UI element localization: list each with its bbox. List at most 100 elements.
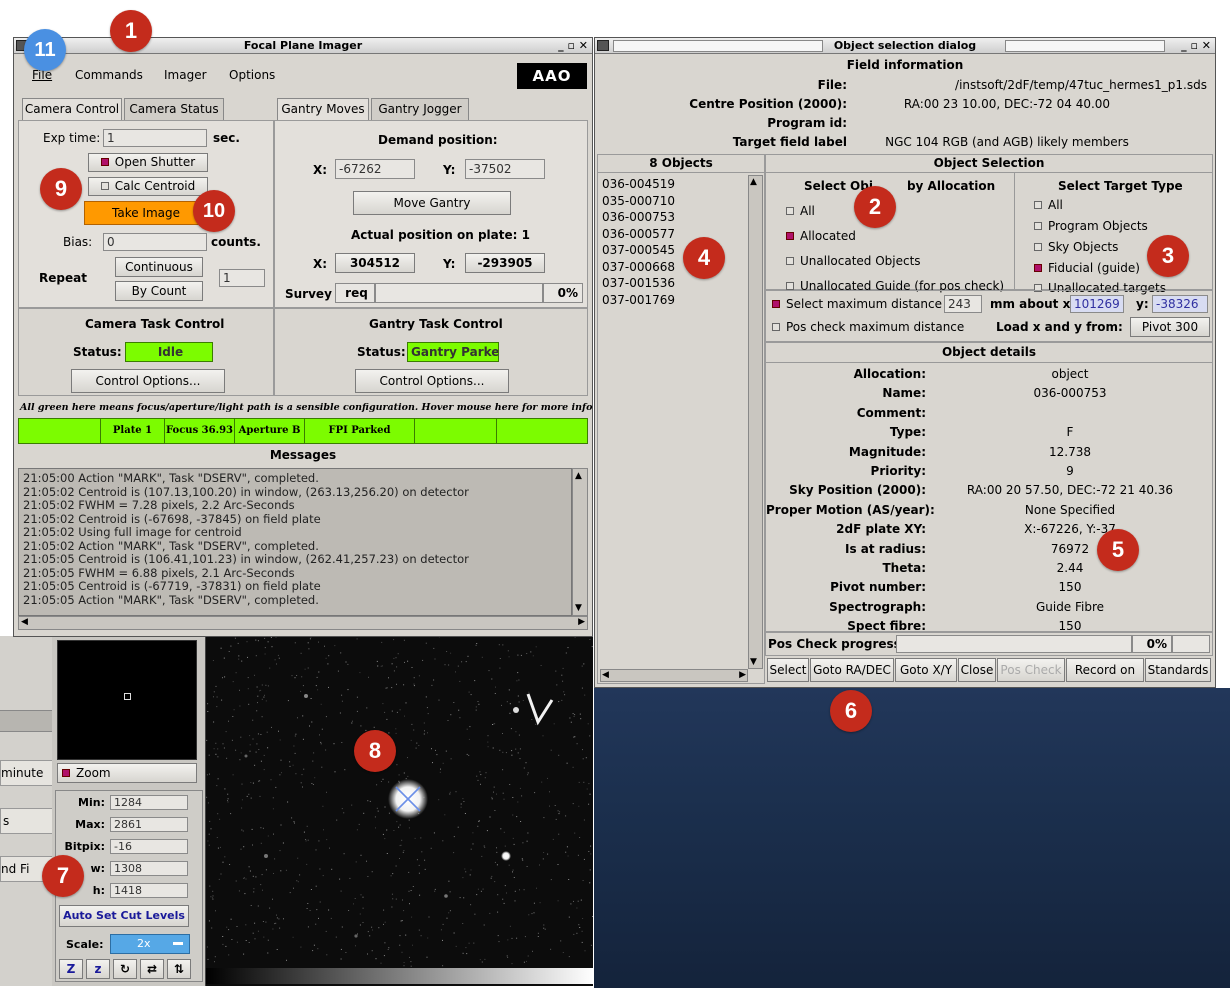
alloc-option-allocated[interactable]: Allocated — [786, 229, 856, 243]
zoom-out-icon[interactable]: z — [86, 959, 110, 979]
pos-check-distance-toggle[interactable]: Pos check maximum distance — [772, 320, 964, 334]
radio-icon[interactable] — [1034, 201, 1042, 209]
panner-thumbnail[interactable] — [57, 640, 197, 760]
goto-radec-button[interactable]: Goto RA/DEC — [810, 658, 894, 682]
calc-centroid-toggle[interactable]: Calc Centroid — [88, 177, 208, 196]
field-info-file-value: /instsoft/2dF/temp/47tuc_hermes1_p1.sds — [955, 78, 1207, 92]
load-xy-button[interactable]: Pivot 300 — [1130, 317, 1210, 337]
scroll-down-icon[interactable]: ▼ — [575, 603, 582, 613]
demand-x-input[interactable]: -67262 — [335, 159, 415, 179]
divider — [598, 172, 764, 173]
list-item[interactable]: 036-000753 — [602, 210, 675, 224]
tab-gantry-moves[interactable]: Gantry Moves — [277, 98, 369, 120]
star-field-canvas[interactable] — [206, 636, 593, 986]
checkbox-icon[interactable] — [772, 300, 780, 308]
detail-label: Theta: — [882, 561, 927, 575]
stat-field-high[interactable]: 1418 — [110, 883, 188, 898]
messages-scrollbar[interactable]: ▲ ▼ — [572, 468, 588, 616]
configuration-hint[interactable]: All green here means focus/aperture/ligh… — [20, 402, 592, 413]
about-x-input[interactable]: 101269 — [1070, 295, 1124, 313]
demand-y-input[interactable]: -37502 — [465, 159, 545, 179]
scale-select[interactable]: 2x — [110, 934, 190, 954]
pos-check-button: Pos Check — [997, 658, 1065, 682]
star-field-image[interactable] — [205, 636, 593, 986]
list-item[interactable]: 037-000668 — [602, 260, 675, 274]
stat-label-bitpix: Bitpix: — [64, 840, 105, 853]
max-distance-toggle[interactable]: Select maximum distance — [772, 297, 942, 311]
menu-imager[interactable]: Imager — [164, 68, 207, 82]
list-item[interactable]: 036-000577 — [602, 227, 675, 241]
open-shutter-checkbox[interactable] — [100, 158, 109, 166]
scroll-left-icon[interactable]: ◀ — [21, 617, 28, 627]
auto-set-cut-levels-button[interactable]: Auto Set Cut Levels — [59, 905, 189, 927]
list-item[interactable]: 037-001536 — [602, 276, 675, 290]
panner-marker[interactable] — [124, 693, 131, 700]
messages-log[interactable]: 21:05:00 Action "MARK", Task "DSERV", co… — [18, 468, 572, 616]
repeat-count-input[interactable]: 1 — [219, 269, 265, 287]
list-item[interactable]: 036-004519 — [602, 177, 675, 191]
radio-icon[interactable] — [786, 232, 794, 240]
gantry-control-options-button[interactable]: Control Options... — [355, 369, 509, 393]
fpi-titlebar[interactable]: Focal Plane Imager _ ▫ ✕ — [14, 38, 592, 54]
messages-horizontal-scrollbar[interactable]: ◀ ▶ — [18, 616, 588, 630]
zoom-toggle[interactable]: Zoom — [57, 763, 197, 783]
radio-icon[interactable] — [786, 207, 794, 215]
tab-camera-status[interactable]: Camera Status — [124, 98, 224, 120]
dropdown-icon — [173, 942, 183, 945]
window-controls[interactable]: _ ▫ ✕ — [1181, 38, 1211, 53]
osd-titlebar[interactable]: Object selection dialog _ ▫ ✕ — [595, 38, 1215, 54]
move-gantry-button[interactable]: Move Gantry — [353, 191, 511, 215]
flip-horizontal-icon[interactable]: ⇄ — [140, 959, 164, 979]
rotate-icon[interactable]: ↻ — [113, 959, 137, 979]
objects-horizontal-scrollbar[interactable]: ◀ ▶ — [600, 669, 748, 682]
continuous-button[interactable]: Continuous — [115, 257, 203, 277]
scroll-right-icon[interactable]: ▶ — [739, 670, 746, 680]
zoom-checkbox[interactable] — [62, 769, 70, 777]
max-distance-input[interactable]: 243 — [944, 295, 982, 313]
tab-camera-control[interactable]: Camera Control — [22, 98, 122, 120]
target-option-fiducial[interactable]: Fiducial (guide) — [1034, 261, 1140, 275]
zoom-in-icon[interactable]: Z — [59, 959, 83, 979]
scroll-up-icon[interactable]: ▲ — [750, 177, 757, 187]
stat-field-low[interactable]: 1308 — [110, 861, 188, 876]
target-option-program[interactable]: Program Objects — [1034, 219, 1148, 233]
scroll-right-icon[interactable]: ▶ — [578, 617, 585, 627]
goto-xy-button[interactable]: Goto X/Y — [895, 658, 957, 682]
open-shutter-toggle[interactable]: Open Shutter — [88, 153, 208, 172]
objects-scrollbar[interactable]: ▲ ▼ — [748, 175, 763, 669]
take-image-button[interactable]: Take Image — [84, 201, 208, 225]
window-controls[interactable]: _ ▫ ✕ — [558, 38, 588, 53]
radio-icon[interactable] — [1034, 222, 1042, 230]
alloc-option-unallocated[interactable]: Unallocated Objects — [786, 254, 921, 268]
checkbox-icon[interactable] — [772, 323, 780, 331]
target-option-sky[interactable]: Sky Objects — [1034, 240, 1118, 254]
close-button[interactable]: Close — [958, 658, 996, 682]
record-on-button[interactable]: Record on — [1066, 658, 1144, 682]
tab-gantry-jogger[interactable]: Gantry Jogger — [371, 98, 469, 120]
about-y-input[interactable]: -38326 — [1152, 295, 1208, 313]
stat-label-min: Min: — [78, 796, 105, 809]
camera-control-options-button[interactable]: Control Options... — [71, 369, 225, 393]
exp-time-input[interactable]: 1 — [103, 129, 207, 147]
by-count-button[interactable]: By Count — [115, 281, 203, 301]
target-option-all[interactable]: All — [1034, 198, 1063, 212]
scroll-up-icon[interactable]: ▲ — [575, 471, 582, 481]
scroll-down-icon[interactable]: ▼ — [750, 657, 757, 667]
menu-commands[interactable]: Commands — [75, 68, 143, 82]
menu-options[interactable]: Options — [229, 68, 275, 82]
flip-vertical-icon[interactable]: ⇅ — [167, 959, 191, 979]
scroll-left-icon[interactable]: ◀ — [602, 670, 609, 680]
bias-input[interactable]: 0 — [103, 233, 207, 251]
select-button[interactable]: Select — [767, 658, 809, 682]
list-item[interactable]: 035-000710 — [602, 194, 675, 208]
radio-icon[interactable] — [786, 257, 794, 265]
list-item[interactable]: 037-001769 — [602, 293, 675, 307]
alloc-option-all[interactable]: All — [786, 204, 815, 218]
radio-icon[interactable] — [1034, 243, 1042, 251]
calc-centroid-checkbox[interactable] — [100, 182, 109, 190]
radio-icon[interactable] — [1034, 264, 1042, 272]
list-item[interactable]: 037-000545 — [602, 243, 675, 257]
window-menu-icon[interactable] — [597, 40, 609, 51]
standards-button[interactable]: Standards — [1145, 658, 1211, 682]
radio-icon[interactable] — [786, 282, 794, 290]
